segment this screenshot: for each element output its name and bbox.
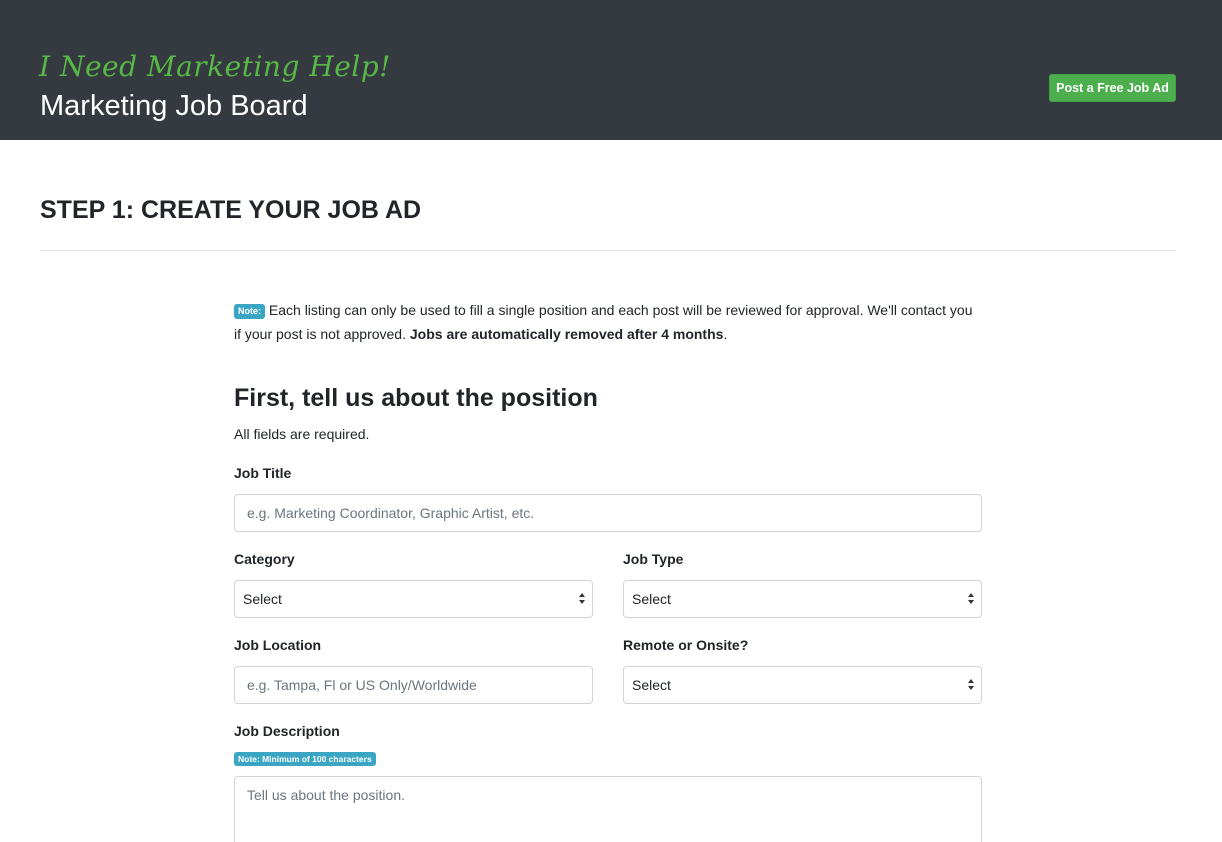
category-select[interactable]: Select bbox=[234, 580, 593, 618]
site-header: I Need Marketing Help! Marketing Job Boa… bbox=[0, 0, 1222, 140]
job-description-label: Job Description bbox=[234, 723, 340, 739]
job-description-textarea[interactable] bbox=[234, 776, 982, 842]
site-title[interactable]: Marketing Job Board bbox=[40, 90, 308, 123]
select-arrows-icon bbox=[578, 592, 586, 606]
select-arrows-icon bbox=[967, 678, 975, 692]
note-bold: Jobs are automatically removed after 4 m… bbox=[409, 326, 724, 342]
required-text: All fields are required. bbox=[234, 426, 370, 442]
remote-onsite-select-value: Select bbox=[632, 677, 671, 693]
select-arrows-icon bbox=[967, 592, 975, 606]
category-label: Category bbox=[234, 551, 295, 567]
divider bbox=[40, 250, 1176, 251]
remote-onsite-label: Remote or Onsite? bbox=[623, 637, 749, 653]
note-badge: Note: bbox=[234, 304, 265, 319]
job-location-input[interactable] bbox=[234, 666, 593, 704]
description-note-badge: Note: Minimum of 100 characters bbox=[234, 752, 376, 766]
remote-onsite-select[interactable]: Select bbox=[623, 666, 982, 704]
job-title-label: Job Title bbox=[234, 465, 292, 481]
listing-note: Note: Each listing can only be used to f… bbox=[234, 298, 982, 346]
job-title-input[interactable] bbox=[234, 494, 982, 532]
post-free-job-ad-button[interactable]: Post a Free Job Ad bbox=[1049, 74, 1176, 102]
job-type-label: Job Type bbox=[623, 551, 684, 567]
job-type-select[interactable]: Select bbox=[623, 580, 982, 618]
note-end: . bbox=[723, 326, 728, 342]
category-select-value: Select bbox=[243, 591, 282, 607]
job-location-label: Job Location bbox=[234, 637, 322, 653]
section-title: First, tell us about the position bbox=[234, 384, 598, 412]
page-title: STEP 1: CREATE YOUR JOB AD bbox=[40, 196, 422, 224]
site-tagline[interactable]: I Need Marketing Help! bbox=[39, 50, 391, 83]
job-type-select-value: Select bbox=[632, 591, 671, 607]
